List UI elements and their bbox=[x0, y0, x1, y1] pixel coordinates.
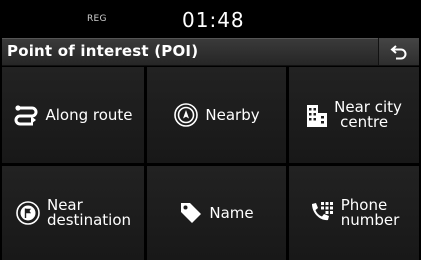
along-route-label: Along route bbox=[45, 106, 133, 124]
status-bar: REG 01:48 bbox=[0, 0, 421, 34]
route-icon bbox=[13, 104, 39, 126]
near-city-centre-line2: centre bbox=[340, 113, 389, 131]
name-label: Name bbox=[209, 204, 254, 222]
near-destination-line2: destination bbox=[46, 211, 132, 229]
phone-keypad-icon bbox=[309, 201, 335, 225]
compass-icon bbox=[173, 102, 199, 128]
poi-category-grid: Along route Nearby Near city centre Near… bbox=[2, 67, 419, 260]
flag-target-icon bbox=[15, 200, 41, 226]
phone-number-label: Phone number bbox=[341, 198, 400, 228]
near-destination-label: Near destination bbox=[47, 198, 131, 228]
near-destination-button[interactable]: Near destination bbox=[2, 166, 144, 260]
poi-screen: REG 01:48 Point of interest (POI) Along … bbox=[0, 0, 421, 260]
name-button[interactable]: Name bbox=[147, 166, 286, 260]
near-city-centre-label: Near city centre bbox=[334, 100, 402, 130]
page-title: Point of interest (POI) bbox=[7, 42, 199, 60]
near-city-centre-button[interactable]: Near city centre bbox=[289, 67, 419, 163]
region-label: REG bbox=[87, 14, 107, 24]
along-route-button[interactable]: Along route bbox=[2, 67, 144, 163]
phone-number-button[interactable]: Phone number bbox=[289, 166, 419, 260]
tag-icon bbox=[179, 201, 203, 225]
back-arrow-icon bbox=[390, 44, 407, 59]
nearby-label: Nearby bbox=[205, 106, 260, 124]
clock: 01:48 bbox=[182, 8, 245, 32]
buildings-icon bbox=[306, 103, 328, 127]
phone-number-line2: number bbox=[340, 211, 400, 229]
title-bar: Point of interest (POI) bbox=[2, 38, 419, 66]
nearby-button[interactable]: Nearby bbox=[147, 67, 286, 163]
back-button[interactable] bbox=[378, 38, 419, 65]
